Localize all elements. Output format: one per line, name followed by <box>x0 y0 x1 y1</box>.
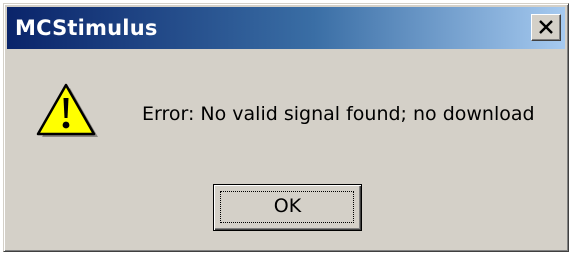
ok-button[interactable]: OK <box>213 184 362 231</box>
title-bar[interactable]: MCStimulus <box>7 7 565 49</box>
error-dialog: MCStimulus Error: No valid signal found;… <box>3 3 569 252</box>
error-message: Error: No valid signal found; no downloa… <box>142 103 535 125</box>
close-x-icon <box>539 20 553 34</box>
warning-icon <box>36 83 98 137</box>
window-title: MCStimulus <box>15 16 158 40</box>
ok-button-label: OK <box>273 195 302 217</box>
close-button[interactable] <box>531 14 561 41</box>
